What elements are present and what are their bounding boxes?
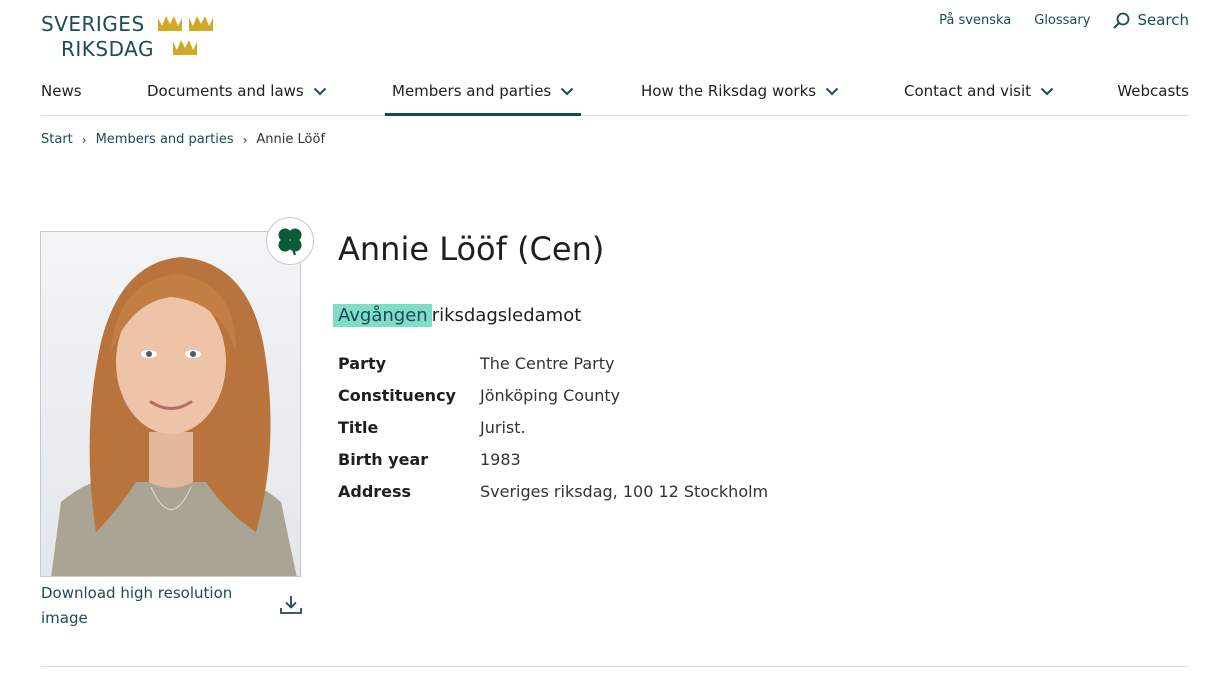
- detail-row-constituency: Constituency Jönköping County: [338, 379, 768, 411]
- breadcrumb-members-and-parties[interactable]: Members and parties: [96, 132, 234, 147]
- search-icon: [1113, 12, 1130, 28]
- nav-item-how-the-riksdag-works[interactable]: How the Riksdag works: [641, 78, 839, 116]
- nav-item-label: Webcasts: [1117, 82, 1189, 100]
- detail-value: The Centre Party: [480, 353, 615, 373]
- nav-item-label: News: [41, 82, 82, 100]
- nav-item-label: Contact and visit: [904, 82, 1032, 100]
- nav-item-label: How the Riksdag works: [641, 82, 817, 100]
- detail-row-party: Party The Centre Party: [338, 347, 768, 379]
- chevron-down-icon: [1040, 87, 1054, 96]
- nav-item-contact-and-visit[interactable]: Contact and visit: [904, 78, 1054, 116]
- breadcrumb-start[interactable]: Start: [41, 132, 73, 147]
- main-navigation: News Documents and laws Members and part…: [41, 78, 1189, 116]
- download-label: Download high resolution image: [41, 584, 233, 627]
- swedish-link[interactable]: På svenska: [939, 13, 1011, 28]
- nav-item-webcasts[interactable]: Webcasts: [1117, 78, 1189, 116]
- download-image-link[interactable]: Download high resolution image: [41, 581, 303, 631]
- detail-label: Party: [338, 353, 387, 373]
- chevron-right-icon: ›: [242, 132, 248, 147]
- chevron-down-icon: [561, 87, 574, 96]
- member-name: Annie Lööf (Cen): [338, 230, 605, 268]
- detail-label: Address: [338, 481, 412, 501]
- logo-text-line1: SVERIGES: [41, 12, 145, 36]
- detail-label: Title: [338, 417, 379, 437]
- detail-label: Constituency: [338, 385, 456, 405]
- crown-icon: [187, 12, 215, 32]
- four-leaf-clover-icon: [278, 228, 302, 256]
- glossary-link[interactable]: Glossary: [1034, 13, 1090, 28]
- download-icon: [280, 596, 302, 614]
- chevron-down-icon: [825, 87, 839, 96]
- search-button[interactable]: Search: [1113, 11, 1189, 29]
- member-portrait: [40, 231, 301, 577]
- nav-item-news[interactable]: News: [41, 78, 82, 116]
- breadcrumb-current: Annie Lööf: [256, 132, 326, 147]
- chevron-down-icon: [313, 87, 326, 96]
- nav-item-documents-and-laws[interactable]: Documents and laws: [147, 78, 327, 116]
- detail-value: 1983: [480, 449, 521, 469]
- nav-item-label: Documents and laws: [147, 82, 304, 100]
- breadcrumb: Start › Members and parties › Annie Lööf: [41, 132, 325, 147]
- status-text: riksdagsledamot: [431, 305, 582, 326]
- logo-text-line2: RIKSDAG: [61, 37, 154, 61]
- detail-row-address: Address Sveriges riksdag, 100 12 Stockho…: [338, 475, 768, 507]
- nav-item-label: Members and parties: [392, 82, 552, 100]
- search-label: Search: [1137, 11, 1189, 29]
- riksdag-logo[interactable]: SVERIGES RIKSDAG: [41, 12, 221, 61]
- crown-icon: [171, 36, 199, 56]
- detail-value: Jönköping County: [480, 385, 621, 405]
- chevron-right-icon: ›: [81, 132, 87, 147]
- section-divider: [41, 666, 1189, 667]
- party-badge: [266, 217, 314, 265]
- detail-label: Birth year: [338, 449, 429, 469]
- detail-value: Sveriges riksdag, 100 12 Stockholm: [480, 481, 769, 501]
- detail-value: Jurist.: [480, 417, 526, 437]
- nav-item-members-and-parties[interactable]: Members and parties: [385, 78, 582, 116]
- member-status: Avgången riksdagsledamot: [333, 304, 581, 327]
- status-highlight: Avgången: [333, 304, 432, 327]
- utility-links: På svenska Glossary Search: [916, 10, 1189, 30]
- detail-row-title: Title Jurist.: [338, 411, 768, 443]
- crown-icon: [156, 12, 184, 32]
- member-details: Party The Centre Party Constituency Jönk…: [338, 347, 768, 507]
- detail-row-birth-year: Birth year 1983: [338, 443, 768, 475]
